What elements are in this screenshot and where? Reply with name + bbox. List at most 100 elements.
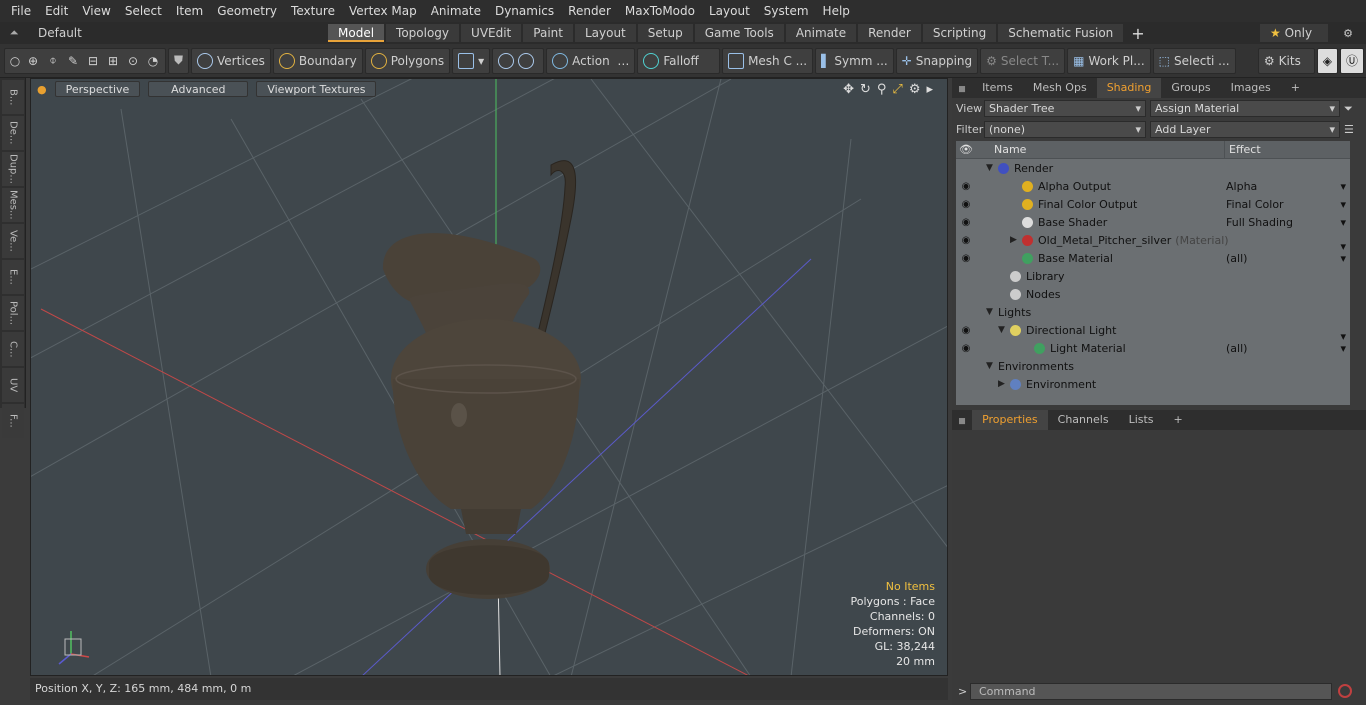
prop-tab-lists[interactable]: Lists — [1119, 410, 1164, 430]
tab-setup[interactable]: Setup — [637, 24, 693, 42]
selection-button[interactable]: ⬚ Selecti ... — [1152, 47, 1236, 74]
3d-viewport[interactable]: ● Perspective Advanced Viewport Textures… — [30, 78, 948, 676]
menu-view[interactable]: View — [75, 0, 117, 22]
panel-menu-icon[interactable]: ◾ — [958, 82, 966, 95]
only-toggle[interactable]: ★ Only — [1260, 24, 1328, 42]
visibility-eye-icon[interactable]: ◉ — [956, 235, 976, 246]
menu-geometry[interactable]: Geometry — [210, 0, 284, 22]
menu-animate[interactable]: Animate — [424, 0, 488, 22]
collapse-icon[interactable]: ⏶ — [0, 26, 28, 40]
gear-icon[interactable]: ⚙ — [1330, 27, 1366, 40]
expand-arrow-icon[interactable]: ▼ — [986, 307, 998, 317]
add-right-tab-icon[interactable]: + — [1281, 78, 1310, 98]
shader-tree-row[interactable]: ▼ Environments — [956, 357, 1350, 375]
fit-icon[interactable]: ⤢ — [892, 82, 902, 97]
advanced-button[interactable]: Advanced — [148, 81, 249, 97]
view-dropdown[interactable]: Shader Tree — [984, 100, 1146, 117]
pan-icon[interactable]: ✥ — [843, 82, 854, 97]
visibility-eye-icon[interactable]: ◉ — [956, 325, 976, 336]
left-strip-tab[interactable]: C... — [2, 332, 24, 366]
pitcher-model[interactable] — [382, 160, 581, 599]
menu-item[interactable]: Item — [169, 0, 210, 22]
menu-dynamics[interactable]: Dynamics — [488, 0, 561, 22]
viewport-more-icon[interactable]: ▸ — [926, 82, 933, 97]
polygons-button[interactable]: Polygons — [364, 47, 451, 74]
snapping-button[interactable]: ✛ Snapping — [895, 47, 979, 74]
shield-button[interactable]: ⛊ — [168, 47, 190, 74]
left-strip-tab[interactable]: De... — [2, 116, 24, 150]
tab-uvedit[interactable]: UVEdit — [461, 24, 522, 42]
options-icon[interactable]: ☰ — [1344, 123, 1354, 136]
shader-tree-row[interactable]: ▶ Environment — [956, 375, 1350, 393]
record-icon[interactable] — [1338, 684, 1352, 698]
left-strip-tab[interactable]: UV — [2, 368, 24, 402]
expand-arrow-icon[interactable]: ▼ — [998, 325, 1010, 335]
visibility-eye-icon[interactable]: ◉ — [956, 253, 976, 264]
meshc-button[interactable]: Mesh C ... — [722, 47, 814, 74]
add-layer-dropdown[interactable]: Add Layer — [1150, 121, 1340, 138]
shader-tree-row[interactable]: ◉ Alpha Output Alpha — [956, 177, 1350, 195]
prop-tab-channels[interactable]: Channels — [1048, 410, 1119, 430]
tab-paint[interactable]: Paint — [523, 24, 573, 42]
left-strip-tab[interactable]: F... — [2, 404, 24, 438]
menu-system[interactable]: System — [757, 0, 816, 22]
boundary-button[interactable]: Boundary — [272, 47, 363, 74]
add-prop-tab-icon[interactable]: + — [1164, 410, 1193, 430]
shader-tree-row[interactable]: ▼ Render — [956, 159, 1350, 177]
shader-tree-row[interactable]: ◉ Final Color Output Final Color — [956, 195, 1350, 213]
tab-scripting[interactable]: Scripting — [922, 24, 997, 42]
expand-arrow-icon[interactable]: ▶ — [1010, 235, 1022, 245]
menu-select[interactable]: Select — [118, 0, 169, 22]
unreal-icon[interactable]: Ⓤ — [1339, 47, 1364, 74]
name-column-header[interactable]: Name — [976, 141, 1224, 158]
left-strip-tab[interactable]: B... — [2, 80, 24, 114]
left-strip-tab[interactable]: Mes... — [2, 188, 24, 222]
tab-render[interactable]: Render — [858, 24, 921, 42]
menu-file[interactable]: File — [4, 0, 38, 22]
shader-tree-row[interactable]: ◉ ▶ Old_Metal_Pitcher_silver (Material) — [956, 231, 1350, 254]
right-tab-mesh-ops[interactable]: Mesh Ops — [1023, 78, 1097, 98]
workplane-button[interactable]: ▦ Work Pl... — [1067, 47, 1151, 74]
action-button[interactable]: Action … — [546, 47, 636, 74]
viewport-shading-button[interactable] — [492, 47, 545, 74]
right-tab-items[interactable]: Items — [972, 78, 1023, 98]
tab-model[interactable]: Model — [328, 24, 385, 42]
effect-dropdown[interactable]: Full Shading — [1224, 216, 1348, 229]
expand-arrow-icon[interactable]: ▶ — [998, 379, 1010, 389]
visibility-eye-icon[interactable]: ◉ — [956, 181, 976, 192]
visibility-eye-icon[interactable]: ◉ — [956, 217, 976, 228]
rotate-view-icon[interactable]: ↻ — [860, 82, 871, 97]
tab-animate[interactable]: Animate — [785, 24, 857, 42]
left-strip-tab[interactable]: Pol... — [2, 296, 24, 330]
zoom-icon[interactable]: ⚲ — [877, 82, 887, 97]
viewport-gear-icon[interactable]: ⚙ — [909, 82, 921, 97]
expand-arrow-icon[interactable]: ▼ — [986, 163, 998, 173]
visibility-eye-icon[interactable]: ◉ — [956, 343, 976, 354]
add-tab-icon[interactable]: + — [1131, 24, 1144, 43]
assign-material-dropdown[interactable]: Assign Material — [1150, 100, 1340, 117]
left-strip-tab[interactable]: E... — [2, 260, 24, 294]
menu-vertex-map[interactable]: Vertex Map — [342, 0, 424, 22]
left-strip-tab[interactable]: Ve... — [2, 224, 24, 258]
visibility-eye-icon[interactable]: ◉ — [956, 199, 976, 210]
shader-tree-row[interactable]: ◉ ▼ Directional Light — [956, 321, 1350, 344]
tab-game-tools[interactable]: Game Tools — [694, 24, 784, 42]
effect-column-header[interactable]: Effect — [1224, 141, 1261, 158]
kits-button[interactable]: ⚙ Kits — [1257, 47, 1315, 74]
symm-button[interactable]: ▌ Symm ... — [815, 47, 894, 74]
right-tab-groups[interactable]: Groups — [1161, 78, 1220, 98]
prop-tab-properties[interactable]: Properties — [972, 410, 1048, 430]
select-t-button[interactable]: ⚙ Select T... — [980, 47, 1066, 74]
select-tools[interactable]: ○ ⊕ ⌽ ✎ ⊟ ⊞ ⊙ ◔ — [4, 47, 166, 74]
menu-texture[interactable]: Texture — [284, 0, 342, 22]
panel-menu-icon[interactable]: ◾ — [958, 414, 966, 427]
right-tab-images[interactable]: Images — [1221, 78, 1281, 98]
menu-layout[interactable]: Layout — [702, 0, 757, 22]
item-mode-button[interactable]: ▾ — [452, 47, 491, 74]
menu-maxtomodo[interactable]: MaxToModo — [618, 0, 702, 22]
shader-tree-row[interactable]: ◉ Base Material (all) — [956, 249, 1350, 267]
tab-schematic-fusion[interactable]: Schematic Fusion — [998, 24, 1124, 42]
menu-help[interactable]: Help — [816, 0, 857, 22]
menu-render[interactable]: Render — [561, 0, 618, 22]
shader-tree-row[interactable]: Nodes — [956, 285, 1350, 303]
